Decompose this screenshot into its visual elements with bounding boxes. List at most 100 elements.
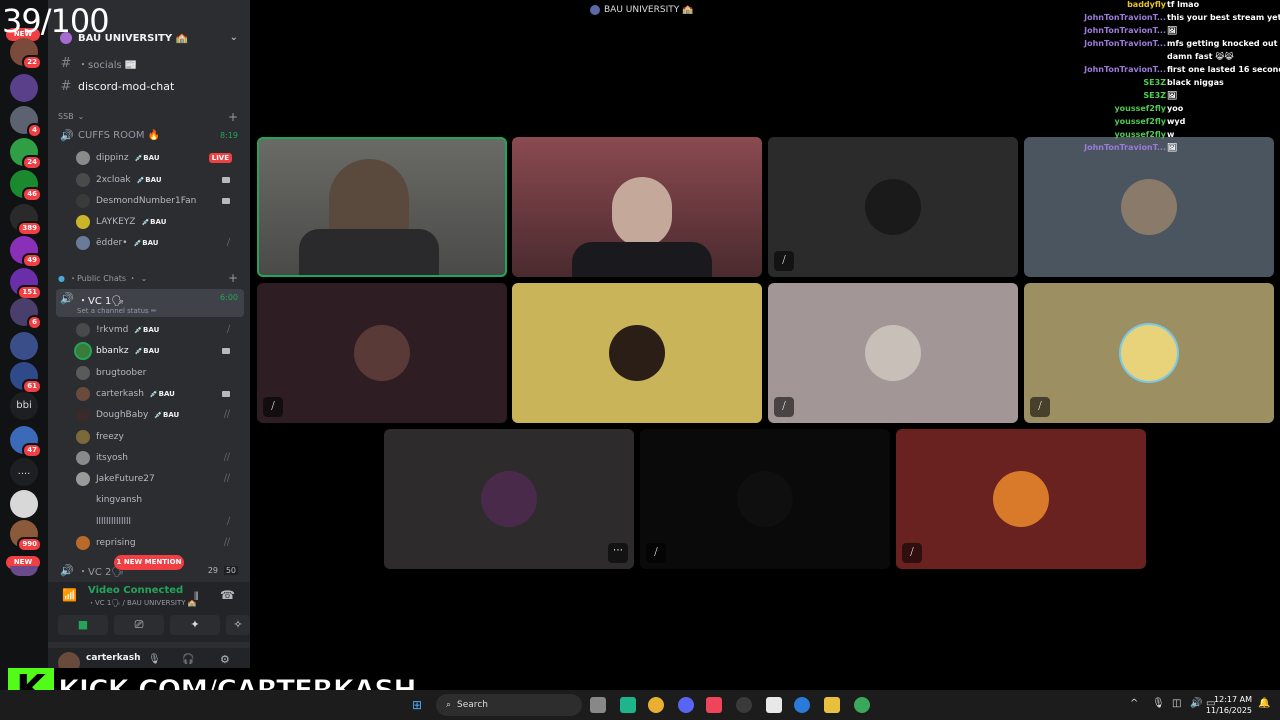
signal-icon[interactable]: 📶 — [62, 588, 77, 602]
headphones-icon[interactable]: 🎧 — [182, 654, 194, 665]
chrome-icon[interactable] — [648, 697, 664, 713]
category-public-chats[interactable]: ● ・Public Chats ・ ⌄ — [58, 273, 147, 284]
member-name: brugtoober — [96, 368, 147, 378]
channel-status[interactable]: Set a channel status ✏ — [77, 307, 157, 315]
video-tile[interactable]: ⧸ — [1024, 283, 1274, 423]
chevron-down-icon[interactable]: ⌄ — [230, 32, 238, 43]
video-tile[interactable] — [512, 137, 762, 277]
server-icon[interactable]: 22 — [10, 38, 42, 70]
video-tile[interactable]: ⧸ — [768, 283, 1018, 423]
add-channel-icon[interactable]: + — [228, 110, 238, 124]
server-icon[interactable]: bbi — [10, 392, 38, 420]
mic-icon[interactable]: 🎙 — [148, 654, 161, 665]
voice-location[interactable]: ・VC 1🗣 / BAU UNIVERSITY 🏫 — [88, 598, 197, 608]
voice-member[interactable]: ëdder• 💉BAU ⧸ — [76, 234, 242, 252]
video-tile[interactable]: ⧸ — [768, 137, 1018, 277]
voice-member[interactable]: brugtoober — [76, 364, 242, 382]
channel-label: ・VC 1🗣 — [78, 296, 125, 307]
server-icon[interactable]: 4 — [10, 106, 42, 138]
taskbar-clock[interactable]: 12:17 AM 11/16/2025 — [1206, 694, 1252, 716]
server-icon[interactable]: 47 — [10, 426, 42, 458]
server-icon[interactable]: 990 — [10, 520, 42, 552]
voice-member[interactable]: freezy — [76, 428, 242, 446]
chat-username[interactable]: SE3Z — [1143, 78, 1166, 87]
app-icon[interactable] — [794, 697, 810, 713]
voice-member[interactable]: DoughBaby 💉BAU ⧸⧸ — [76, 406, 242, 424]
video-tile[interactable]: ⧸ — [640, 429, 890, 569]
add-channel-icon[interactable]: + — [228, 271, 238, 285]
server-folder[interactable]: .... — [10, 458, 38, 486]
voice-member[interactable]: dippinz 💉BAU LIVE — [76, 149, 242, 167]
chat-username[interactable]: baddyfly — [1127, 0, 1166, 9]
activities-button[interactable]: ✦ — [170, 615, 220, 635]
chat-username[interactable]: youssef2fly — [1114, 104, 1166, 113]
voice-member[interactable]: bbankz 💉BAU — [76, 342, 242, 360]
gear-icon[interactable]: ⚙ — [220, 653, 230, 666]
voice-member[interactable]: itsyosh ⧸⧸ — [76, 449, 242, 467]
channel-mod-chat[interactable]: # discord-mod-chat — [56, 77, 244, 95]
server-icon[interactable]: 49 — [10, 236, 42, 268]
app-icon[interactable] — [620, 697, 636, 713]
server-icon[interactable] — [10, 74, 38, 102]
chevron-up-icon[interactable]: ^ — [1130, 698, 1138, 709]
app-icon[interactable] — [766, 697, 782, 713]
disconnect-icon[interactable]: ☎ — [220, 588, 235, 602]
voice-member[interactable]: 2xcloak 💉BAU — [76, 171, 242, 189]
music-icon[interactable] — [706, 697, 722, 713]
video-tile[interactable] — [512, 283, 762, 423]
chat-username[interactable]: JohnTonTravionT... — [1084, 13, 1166, 22]
chat-username[interactable]: JohnTonTravionT... — [1084, 39, 1166, 48]
server-icon[interactable] — [10, 332, 38, 360]
more-options-icon[interactable]: ⋯ — [608, 543, 628, 563]
chrome-icon[interactable] — [854, 697, 870, 713]
windows-start-icon[interactable]: ⊞ — [412, 698, 422, 712]
file-explorer-icon[interactable] — [824, 697, 840, 713]
notifications-icon[interactable]: 🔔 — [1258, 698, 1270, 709]
voice-member[interactable]: llllllllllllll ⧸ — [76, 513, 242, 531]
voice-member[interactable]: carterkash 💉BAU — [76, 385, 242, 403]
chat-username[interactable]: youssef2fly — [1114, 117, 1166, 126]
noise-suppression-icon[interactable]: ⫴ — [194, 590, 199, 604]
new-mention-pill[interactable]: 1 NEW MENTION — [114, 555, 184, 570]
camera-button[interactable]: ■ — [58, 615, 108, 635]
task-view-icon[interactable] — [590, 697, 606, 713]
mic-muted-icon: ⧸⧸ — [223, 538, 230, 548]
category-ssb[interactable]: SSB ⌄ — [58, 112, 84, 121]
chat-text: damn fast 😹😹 — [1167, 52, 1234, 61]
mic-icon[interactable]: 🎙 — [1152, 698, 1165, 709]
channel-socials[interactable]: # ・socials 📰 — [56, 54, 244, 72]
server-icon[interactable]: 151 — [10, 268, 42, 300]
voice-member[interactable]: !rkvmd 💉BAU ⧸ — [76, 321, 242, 339]
video-tile[interactable]: ⧸ — [257, 283, 507, 423]
voice-member[interactable]: JakeFuture27 ⧸⧸ — [76, 470, 242, 488]
chat-username[interactable]: JohnTonTravionT... — [1084, 65, 1166, 74]
chat-username[interactable]: youssef2fly — [1114, 130, 1166, 139]
voice-member[interactable]: LAYKEYZ 💉BAU — [76, 213, 242, 231]
video-tile[interactable]: ⋯ — [384, 429, 634, 569]
server-icon[interactable]: 389 — [10, 204, 42, 236]
taskbar-search[interactable]: ⌕ Search — [436, 694, 582, 716]
network-icon[interactable]: ◫ — [1172, 698, 1181, 709]
volume-icon[interactable]: 🔊 — [1190, 698, 1202, 709]
video-tile[interactable] — [1024, 137, 1274, 277]
screenshare-button[interactable]: ⎚ — [114, 615, 164, 635]
voice-member[interactable]: DesmondNumber1Fan — [76, 192, 242, 210]
member-tag: 💉BAU — [136, 176, 162, 184]
4k-app-icon[interactable] — [736, 697, 752, 713]
server-icon[interactable]: 61 — [10, 362, 42, 394]
video-tile[interactable]: ⧸ — [896, 429, 1146, 569]
chat-username[interactable]: JohnTonTravionT... — [1084, 143, 1166, 152]
server-icon[interactable] — [10, 490, 38, 518]
voice-member[interactable]: reprising ⧸⧸ — [76, 534, 242, 552]
server-icon[interactable] — [10, 566, 38, 576]
server-icon[interactable]: 6 — [10, 298, 42, 330]
chat-username[interactable]: SE3Z — [1143, 91, 1166, 100]
soundboard-button[interactable]: ✧ — [226, 615, 250, 635]
chat-username[interactable]: JohnTonTravionT... — [1084, 26, 1166, 35]
server-icon[interactable]: 24 — [10, 138, 42, 170]
discord-icon[interactable] — [678, 697, 694, 713]
voice-member[interactable]: kingvansh — [76, 491, 242, 509]
server-icon[interactable]: 46 — [10, 170, 42, 202]
voice-channel-cuffs-room[interactable]: 🔊 CUFFS ROOM 🔥 8:19 — [56, 126, 244, 144]
video-tile[interactable] — [257, 137, 507, 277]
